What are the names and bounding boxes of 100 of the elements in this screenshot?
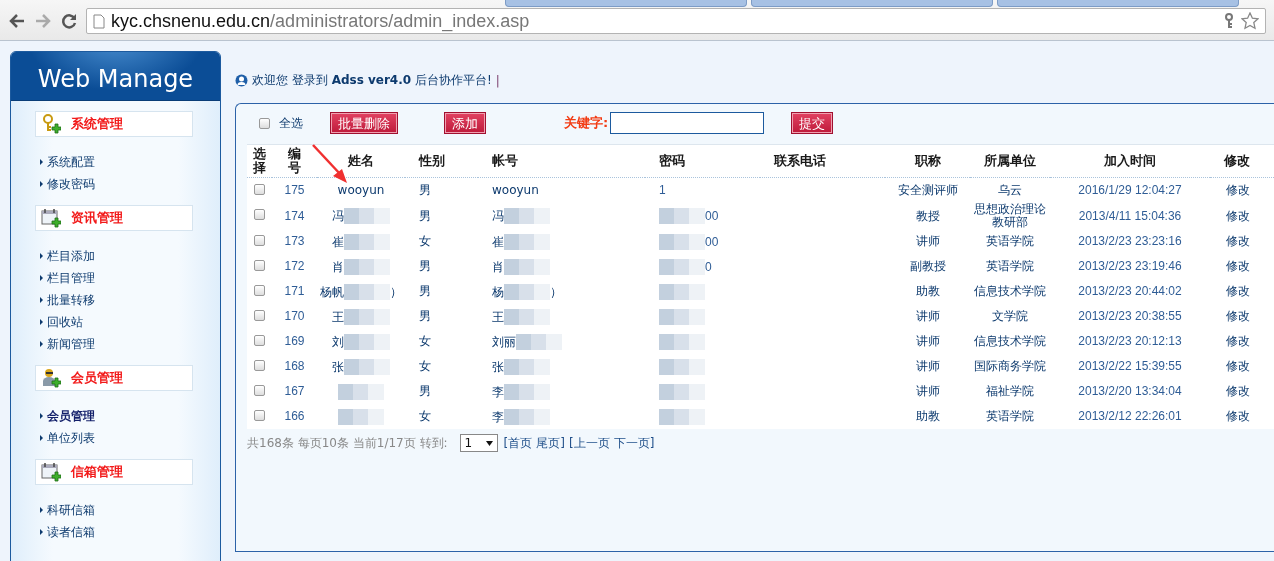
table-cell: ） xyxy=(550,284,562,299)
checkbox[interactable] xyxy=(254,234,265,246)
checkbox[interactable] xyxy=(254,284,265,296)
menu-group-header[interactable]: 资讯管理 xyxy=(35,205,193,231)
table-cell: 2013/2/23 23:23:16 xyxy=(1078,234,1182,249)
table-cell: 冯 xyxy=(332,208,344,223)
pagination-summary: 共168条 每页10条 当前1/17页 转到: xyxy=(247,434,448,452)
redaction-blur xyxy=(344,308,390,325)
reload-icon[interactable] xyxy=(60,12,78,30)
redaction-blur xyxy=(344,358,390,375)
pagination-link[interactable]: [上一页 xyxy=(569,434,610,452)
table-cell: 2013/2/12 22:26:01 xyxy=(1078,409,1182,424)
edit-link[interactable]: 修改 xyxy=(1226,284,1250,299)
keyword-label: 关键字: xyxy=(564,114,609,133)
edit-link[interactable]: 修改 xyxy=(1226,234,1250,249)
table-cell-text: 信息技术学院 xyxy=(973,335,1047,349)
checkbox[interactable] xyxy=(254,209,265,221)
menu-item[interactable]: 科研信箱 xyxy=(47,501,95,519)
forward-icon[interactable] xyxy=(34,12,52,30)
checkbox[interactable] xyxy=(254,334,265,346)
table-cell: 女 xyxy=(419,234,431,249)
batch-delete-button[interactable]: 批量删除 xyxy=(331,113,397,134)
redaction-blur xyxy=(659,333,705,350)
star-icon[interactable] xyxy=(1241,12,1259,30)
keyword-field[interactable] xyxy=(610,112,765,135)
checkbox[interactable] xyxy=(259,117,270,129)
edit-link[interactable]: 修改 xyxy=(1226,359,1250,374)
browser-tab[interactable] xyxy=(751,0,993,7)
browser-tab[interactable] xyxy=(997,0,1239,7)
pagination-link[interactable]: 下一页] xyxy=(613,434,655,452)
checkbox[interactable] xyxy=(254,384,265,396)
menu-item[interactable]: 会员管理 xyxy=(47,407,95,425)
edit-link[interactable]: 修改 xyxy=(1226,334,1250,349)
browser-tab[interactable] xyxy=(505,0,747,7)
edit-link[interactable]: 修改 xyxy=(1226,309,1250,324)
address-bar[interactable]: kyc.chsnenu.edu.cn/administrators/admin_index.asp xyxy=(86,8,1266,34)
select-all-label[interactable]: 全选 xyxy=(279,114,303,132)
column-header: 职称 xyxy=(914,153,941,169)
menu-item[interactable]: 栏目添加 xyxy=(47,247,95,265)
menu-item[interactable]: 回收站 xyxy=(47,313,83,331)
table-cell: 173 xyxy=(284,234,305,249)
submit-button[interactable]: 提交 xyxy=(792,113,833,134)
menu-group-header[interactable]: 系统管理 xyxy=(35,111,193,137)
table-cell: 刘丽 xyxy=(492,334,516,349)
redaction-blur xyxy=(659,308,705,325)
table-cell: 男 xyxy=(419,259,431,274)
table-cell: 肖 xyxy=(492,259,504,274)
column-header: 编号 xyxy=(288,147,301,176)
table-cell: 王 xyxy=(492,309,504,324)
back-icon[interactable] xyxy=(8,12,26,30)
menu-group-header[interactable]: 信箱管理 xyxy=(35,459,193,485)
menu-item[interactable]: 单位列表 xyxy=(47,429,95,447)
welcome-text: 欢迎您 登录到 Adss ver4.0 后台协作平台! xyxy=(252,72,492,90)
column-header: 联系电话 xyxy=(774,153,826,169)
edit-link[interactable]: 修改 xyxy=(1226,259,1250,274)
table-cell: 杨 xyxy=(492,284,504,299)
redaction-blur xyxy=(659,208,705,225)
edit-link[interactable]: 修改 xyxy=(1226,183,1250,198)
table-cell-text: 国际商务学院 xyxy=(973,360,1047,374)
table-cell: 讲师 xyxy=(915,359,940,374)
table-cell: 2013/2/22 15:39:55 xyxy=(1078,359,1182,374)
edit-link[interactable]: 修改 xyxy=(1226,384,1250,399)
checkbox[interactable] xyxy=(254,183,265,195)
pagination-link[interactable]: [首页 xyxy=(503,434,533,452)
key-icon[interactable] xyxy=(1223,13,1235,29)
edit-link[interactable]: 修改 xyxy=(1226,208,1250,223)
pagination-link[interactable]: 尾页] xyxy=(536,434,565,452)
column-header: 所属单位 xyxy=(984,153,1036,169)
table-cell: 男 xyxy=(419,208,431,223)
checkbox[interactable] xyxy=(254,259,265,271)
table-cell: 男 xyxy=(419,309,431,324)
redaction-blur xyxy=(344,233,390,250)
table-cell: 冯 xyxy=(492,208,504,223)
redaction-blur xyxy=(504,358,550,375)
redaction-blur xyxy=(659,233,705,250)
user-icon xyxy=(235,74,248,88)
table-cell: 00 xyxy=(705,208,719,223)
menu-item[interactable]: 栏目管理 xyxy=(47,269,95,287)
menu-item[interactable]: 系统配置 xyxy=(47,153,95,171)
checkbox[interactable] xyxy=(254,409,265,421)
table-cell: 肖 xyxy=(332,259,344,274)
table-cell: 刘 xyxy=(332,334,344,349)
redaction-blur xyxy=(504,408,550,425)
table-cell: 讲师 xyxy=(915,384,940,399)
checkbox[interactable] xyxy=(254,359,265,371)
menu-item[interactable]: 新闻管理 xyxy=(47,335,95,353)
table-cell: 助教 xyxy=(915,284,940,299)
user-plus-icon xyxy=(41,368,61,388)
dropdown-arrow-icon xyxy=(485,440,493,446)
checkbox[interactable] xyxy=(254,309,265,321)
redaction-blur xyxy=(659,383,705,400)
calendar-plus-icon xyxy=(41,462,61,482)
menu-group-header[interactable]: 会员管理 xyxy=(35,365,193,391)
menu-item[interactable]: 读者信箱 xyxy=(47,523,95,541)
menu-item[interactable]: 批量转移 xyxy=(47,291,95,309)
page-select[interactable]: 1 xyxy=(459,434,498,453)
add-button[interactable]: 添加 xyxy=(445,113,485,134)
menu-item[interactable]: 修改密码 xyxy=(47,175,95,193)
table-cell: 169 xyxy=(284,334,305,349)
edit-link[interactable]: 修改 xyxy=(1226,409,1250,424)
